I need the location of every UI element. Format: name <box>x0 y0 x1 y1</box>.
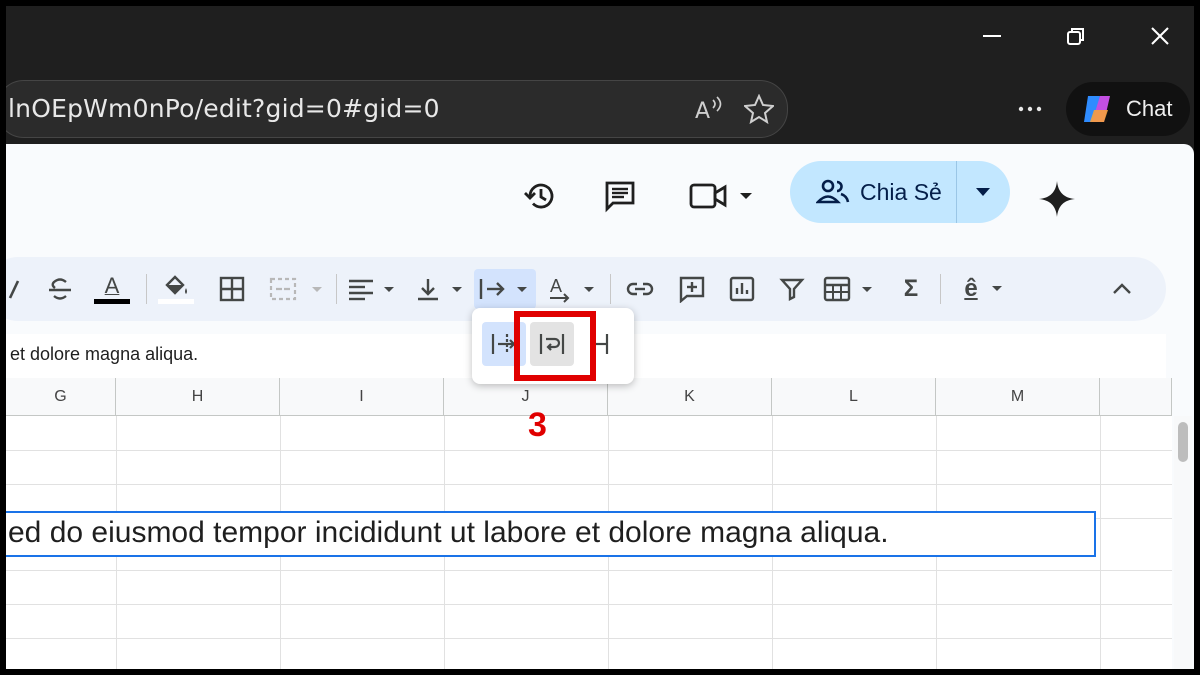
column-header-next[interactable] <box>1100 378 1172 416</box>
row-line <box>6 638 1172 639</box>
italic-icon[interactable] <box>6 269 20 309</box>
insert-chart-icon[interactable] <box>722 269 762 309</box>
gemini-sparkle-icon[interactable] <box>1036 178 1078 220</box>
svg-text:A: A <box>695 99 710 124</box>
browser-window: lnOEpWm0nPo/edit?gid=0#gid=0 A Chat Chia… <box>6 6 1194 669</box>
text-color-icon[interactable]: A <box>92 269 132 309</box>
copilot-chat-button[interactable]: Chat <box>1066 82 1190 136</box>
row-line <box>6 484 1172 485</box>
row-line <box>6 604 1172 605</box>
svg-text:A: A <box>550 276 562 296</box>
col-line <box>1100 416 1101 669</box>
toolbar-separator <box>610 274 611 304</box>
filter-icon[interactable] <box>772 269 812 309</box>
merge-cells-icon <box>268 269 328 309</box>
collapse-toolbar-icon[interactable] <box>1104 269 1140 309</box>
history-icon[interactable] <box>520 176 560 216</box>
column-header-h[interactable]: H <box>116 378 280 416</box>
row-line <box>6 450 1172 451</box>
restore-icon[interactable] <box>1056 20 1096 52</box>
insert-comment-icon[interactable] <box>672 269 712 309</box>
more-icon[interactable] <box>1012 94 1048 124</box>
filter-views-icon[interactable] <box>822 269 880 309</box>
toolbar-separator <box>336 274 337 304</box>
selected-cell-text: ed do eiusmod tempor incididunt ut labor… <box>8 516 889 549</box>
favorite-star-icon[interactable] <box>742 92 776 126</box>
toolbar-separator <box>940 274 941 304</box>
annotation-step-number: 3 <box>528 406 547 444</box>
comment-icon[interactable] <box>600 176 640 216</box>
row-line <box>6 570 1172 571</box>
text-rotation-icon[interactable]: A <box>546 269 602 309</box>
share-dropdown-icon[interactable] <box>970 181 996 203</box>
text-wrapping-icon[interactable] <box>474 269 536 309</box>
share-button[interactable]: Chia Sẻ <box>790 161 1010 223</box>
column-header-k[interactable]: K <box>608 378 772 416</box>
vertical-align-icon[interactable] <box>414 269 470 309</box>
annotation-highlight-box <box>514 311 596 381</box>
horizontal-align-icon[interactable] <box>346 269 402 309</box>
meet-video-icon[interactable] <box>688 176 764 216</box>
share-label: Chia Sẻ <box>860 179 942 205</box>
input-tools-glyph: ê <box>964 275 978 302</box>
borders-icon[interactable] <box>212 269 252 309</box>
close-icon[interactable] <box>1140 20 1180 52</box>
column-header-i[interactable]: I <box>280 378 444 416</box>
url-text[interactable]: lnOEpWm0nPo/edit?gid=0#gid=0 <box>8 94 440 123</box>
column-header-m[interactable]: M <box>936 378 1100 416</box>
insert-link-icon[interactable] <box>620 269 660 309</box>
copilot-icon <box>1078 90 1116 128</box>
people-icon <box>816 176 850 208</box>
functions-icon[interactable]: Σ <box>894 269 928 309</box>
scrollbar-thumb[interactable] <box>1178 422 1188 462</box>
chat-label: Chat <box>1126 96 1173 121</box>
column-header-l[interactable]: L <box>772 378 936 416</box>
strikethrough-icon[interactable] <box>42 269 78 309</box>
minimize-icon[interactable] <box>972 20 1012 52</box>
text-color-glyph: A <box>104 272 120 298</box>
formula-text[interactable]: et dolore magna aliqua. <box>10 344 198 365</box>
column-header-g[interactable]: G <box>6 378 116 416</box>
text-color-bar <box>94 298 130 304</box>
fill-color-icon[interactable] <box>156 269 196 309</box>
input-tools-icon[interactable]: ê <box>954 269 1020 309</box>
share-divider <box>956 161 957 223</box>
vertical-scrollbar[interactable] <box>1174 416 1192 669</box>
toolbar-separator <box>146 274 147 304</box>
read-aloud-icon[interactable]: A <box>692 92 726 126</box>
sheets-page: Chia Sẻ A A Σ ê et dolore magna aliqua. … <box>6 144 1194 669</box>
fill-color-bar <box>158 299 194 304</box>
